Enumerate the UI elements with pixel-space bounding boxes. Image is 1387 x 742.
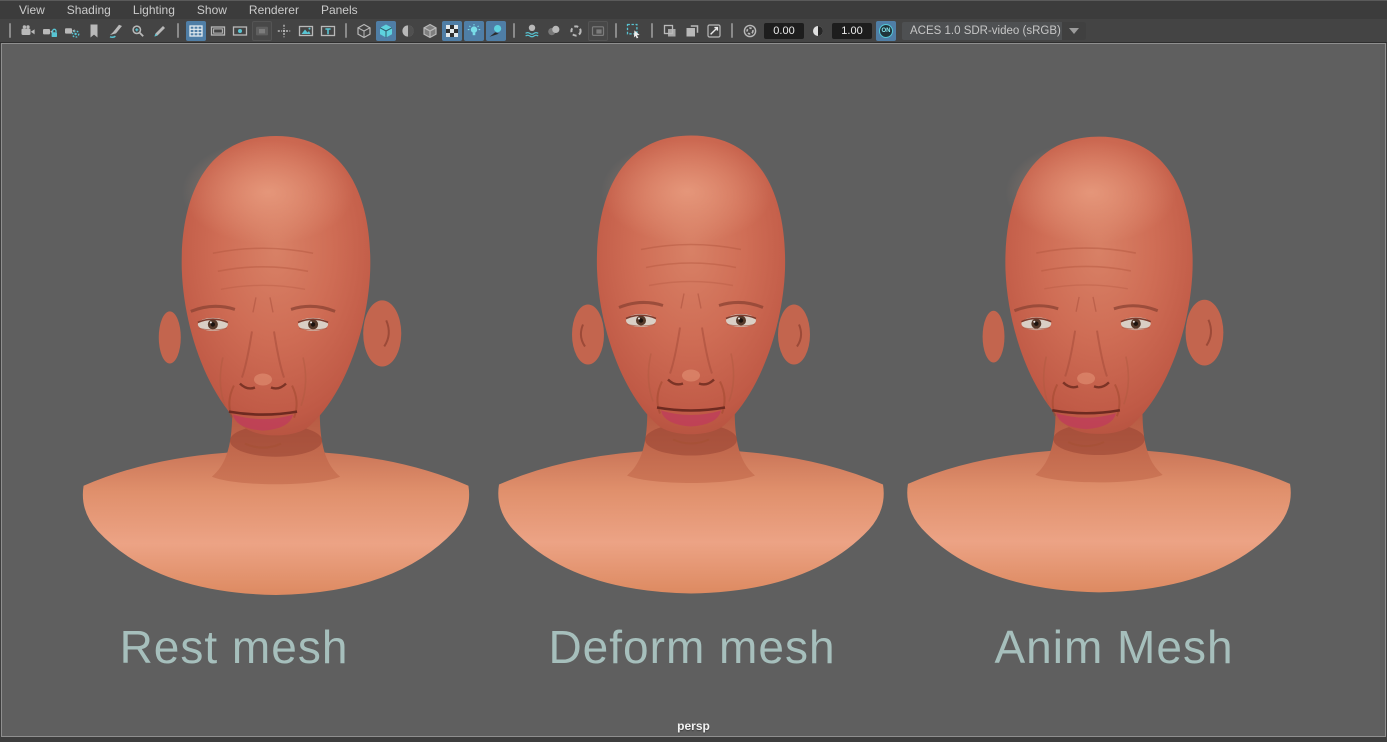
exposure-field[interactable]: 0.00 bbox=[764, 23, 804, 39]
menu-renderer[interactable]: Renderer bbox=[238, 1, 310, 19]
color-management-on-badge: ON bbox=[879, 24, 893, 38]
x-ray-icon[interactable] bbox=[660, 21, 680, 41]
wireframe-on-shaded-icon[interactable] bbox=[420, 21, 440, 41]
label-deform-mesh: Deform mesh bbox=[512, 620, 872, 674]
ambient-occlusion-icon[interactable] bbox=[522, 21, 542, 41]
menu-view[interactable]: View bbox=[8, 1, 56, 19]
resolution-gate-icon[interactable] bbox=[230, 21, 250, 41]
anti-aliasing-icon[interactable] bbox=[566, 21, 586, 41]
view-transform-value: ACES 1.0 SDR-video (sRGB) bbox=[902, 25, 1062, 37]
menu-show[interactable]: Show bbox=[186, 1, 238, 19]
viewport-canvas[interactable]: Rest mesh Deform mesh Anim Mesh persp bbox=[1, 43, 1386, 737]
menu-shading[interactable]: Shading bbox=[56, 1, 122, 19]
isolate-select-icon[interactable] bbox=[624, 21, 644, 41]
wireframe-icon[interactable] bbox=[354, 21, 374, 41]
toolbar-separator bbox=[651, 23, 653, 38]
bust-mesh-deform[interactable] bbox=[491, 128, 891, 596]
grid-icon[interactable] bbox=[186, 21, 206, 41]
menu-lighting[interactable]: Lighting bbox=[122, 1, 186, 19]
grease-pencil-icon[interactable] bbox=[150, 21, 170, 41]
chevron-down-icon[interactable] bbox=[1062, 22, 1086, 40]
menu-panels[interactable]: Panels bbox=[310, 1, 369, 19]
view-transform-dropdown[interactable]: ACES 1.0 SDR-video (sRGB) bbox=[902, 22, 1086, 40]
camera-name-label: persp bbox=[2, 719, 1385, 733]
safe-action-icon[interactable] bbox=[296, 21, 316, 41]
gamma-icon[interactable] bbox=[808, 21, 828, 41]
label-rest-mesh: Rest mesh bbox=[54, 620, 414, 674]
gamma-field[interactable]: 1.00 bbox=[832, 23, 872, 39]
image-plane-icon[interactable] bbox=[106, 21, 126, 41]
camera-attributes-icon[interactable] bbox=[62, 21, 82, 41]
toolbar-separator bbox=[9, 23, 11, 38]
color-management-toggle-icon[interactable]: ON bbox=[876, 21, 896, 41]
lights-icon[interactable] bbox=[464, 21, 484, 41]
use-default-material-icon[interactable] bbox=[398, 21, 418, 41]
field-chart-icon[interactable] bbox=[274, 21, 294, 41]
pan-zoom-icon[interactable] bbox=[128, 21, 148, 41]
gate-mask-icon bbox=[252, 21, 272, 41]
textured-icon[interactable] bbox=[442, 21, 462, 41]
panel-menu-bar: ViewShadingLightingShowRendererPanels bbox=[0, 0, 1387, 19]
safe-title-icon[interactable] bbox=[318, 21, 338, 41]
bookmarks-icon[interactable] bbox=[84, 21, 104, 41]
toolbar-separator bbox=[731, 23, 733, 38]
toolbar-separator bbox=[615, 23, 617, 38]
depth-of-field-icon bbox=[588, 21, 608, 41]
toolbar-separator bbox=[177, 23, 179, 38]
film-gate-icon[interactable] bbox=[208, 21, 228, 41]
smooth-shade-icon[interactable] bbox=[376, 21, 396, 41]
panel-toolbar: 0.00 1.00 ON ACES 1.0 SDR-video (sRGB) bbox=[0, 19, 1387, 43]
x-ray-joints-icon[interactable] bbox=[704, 21, 724, 41]
toolbar-separator bbox=[345, 23, 347, 38]
motion-blur-icon[interactable] bbox=[544, 21, 564, 41]
label-anim-mesh: Anim Mesh bbox=[934, 620, 1294, 674]
toolbar-separator bbox=[513, 23, 515, 38]
exposure-icon[interactable] bbox=[740, 21, 760, 41]
bust-mesh-rest[interactable] bbox=[74, 130, 478, 596]
shadows-icon[interactable] bbox=[486, 21, 506, 41]
bust-mesh-anim[interactable] bbox=[900, 130, 1298, 594]
lock-camera-icon[interactable] bbox=[40, 21, 60, 41]
select-camera-icon[interactable] bbox=[18, 21, 38, 41]
x-ray-active-components-icon[interactable] bbox=[682, 21, 702, 41]
